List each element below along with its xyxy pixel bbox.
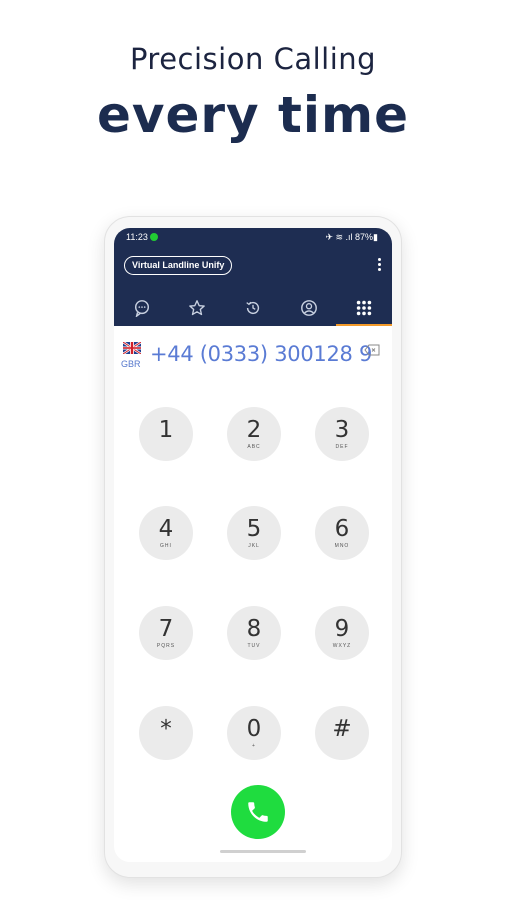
key-7[interactable]: 7 PQRS	[139, 606, 193, 660]
key-1[interactable]: 1	[139, 407, 193, 461]
key-digit: 7	[158, 615, 174, 642]
key-0[interactable]: 0 +	[227, 706, 281, 760]
key-letters: DEF	[335, 443, 349, 450]
chat-bubble-icon	[134, 300, 149, 317]
more-options-icon[interactable]	[376, 256, 382, 272]
key-digit: 9	[334, 615, 350, 642]
key-digit: 3	[334, 416, 350, 443]
key-letters: JKL	[248, 542, 260, 549]
key-digit: *	[160, 715, 172, 742]
key-3[interactable]: 3 DEF	[315, 407, 369, 461]
headline-big: every time	[96, 86, 410, 144]
key-digit: 6	[334, 515, 350, 542]
key-digit: 1	[158, 416, 174, 443]
key-2[interactable]: 2 ABC	[227, 407, 281, 461]
phone-frame: 11:23 ✈ ≋ .ıl 87%▮ Virtual Landline Unif…	[104, 216, 402, 878]
key-letters: GHI	[160, 542, 172, 549]
call-button[interactable]	[231, 785, 285, 839]
tab-keypad[interactable]	[336, 290, 392, 326]
recording-dot-icon	[150, 233, 158, 241]
key-digit: 0	[246, 715, 262, 742]
key-digit: 2	[246, 416, 262, 443]
tab-bar	[114, 290, 392, 326]
key-star[interactable]: *	[139, 706, 193, 760]
key-9[interactable]: 9 WXYZ	[315, 606, 369, 660]
dialed-number-field[interactable]: +44 (0333) 300128 9	[150, 342, 372, 366]
key-digit: 4	[158, 515, 174, 542]
key-letters: +	[252, 742, 256, 749]
key-digit: 5	[246, 515, 262, 542]
home-indicator	[220, 850, 306, 853]
key-letters: WXYZ	[332, 642, 352, 649]
contact-icon	[300, 300, 317, 316]
key-5[interactable]: 5 JKL	[227, 506, 281, 560]
phone-screen: 11:23 ✈ ≋ .ıl 87%▮ Virtual Landline Unif…	[114, 228, 392, 862]
key-6[interactable]: 6 MNO	[315, 506, 369, 560]
tab-contacts[interactable]	[281, 290, 337, 326]
tab-messages[interactable]	[114, 290, 170, 326]
country-code[interactable]: GBR	[121, 359, 141, 369]
key-letters: MNO	[334, 542, 350, 549]
keypad-grid-icon	[356, 300, 372, 316]
key-letters: ABC	[247, 443, 261, 450]
key-hash[interactable]: #	[315, 706, 369, 760]
star-icon	[189, 300, 206, 316]
status-icons: ✈ ≋ .ıl 87%▮	[325, 232, 378, 242]
key-letters: PQRS	[156, 642, 176, 649]
key-digit: 8	[246, 615, 262, 642]
app-bar: 11:23 ✈ ≋ .ıl 87%▮ Virtual Landline Unif…	[114, 228, 392, 326]
headline-small: Precision Calling	[129, 42, 377, 76]
status-time: 11:23	[126, 232, 148, 242]
key-8[interactable]: 8 TUV	[227, 606, 281, 660]
phone-handset-icon	[248, 802, 268, 822]
uk-flag-icon[interactable]	[123, 342, 141, 354]
key-letters: TUV	[247, 642, 261, 649]
app-name-pill[interactable]: Virtual Landline Unify	[124, 256, 233, 275]
key-4[interactable]: 4 GHI	[139, 506, 193, 560]
backspace-icon[interactable]	[364, 344, 380, 356]
history-icon	[246, 301, 260, 315]
tab-recents[interactable]	[225, 290, 281, 326]
key-digit: #	[332, 715, 352, 742]
status-bar: 11:23 ✈ ≋ .ıl 87%▮	[114, 228, 392, 246]
tab-favorites[interactable]	[170, 290, 226, 326]
number-display-row: GBR +44 (0333) 300128 9	[114, 334, 392, 374]
